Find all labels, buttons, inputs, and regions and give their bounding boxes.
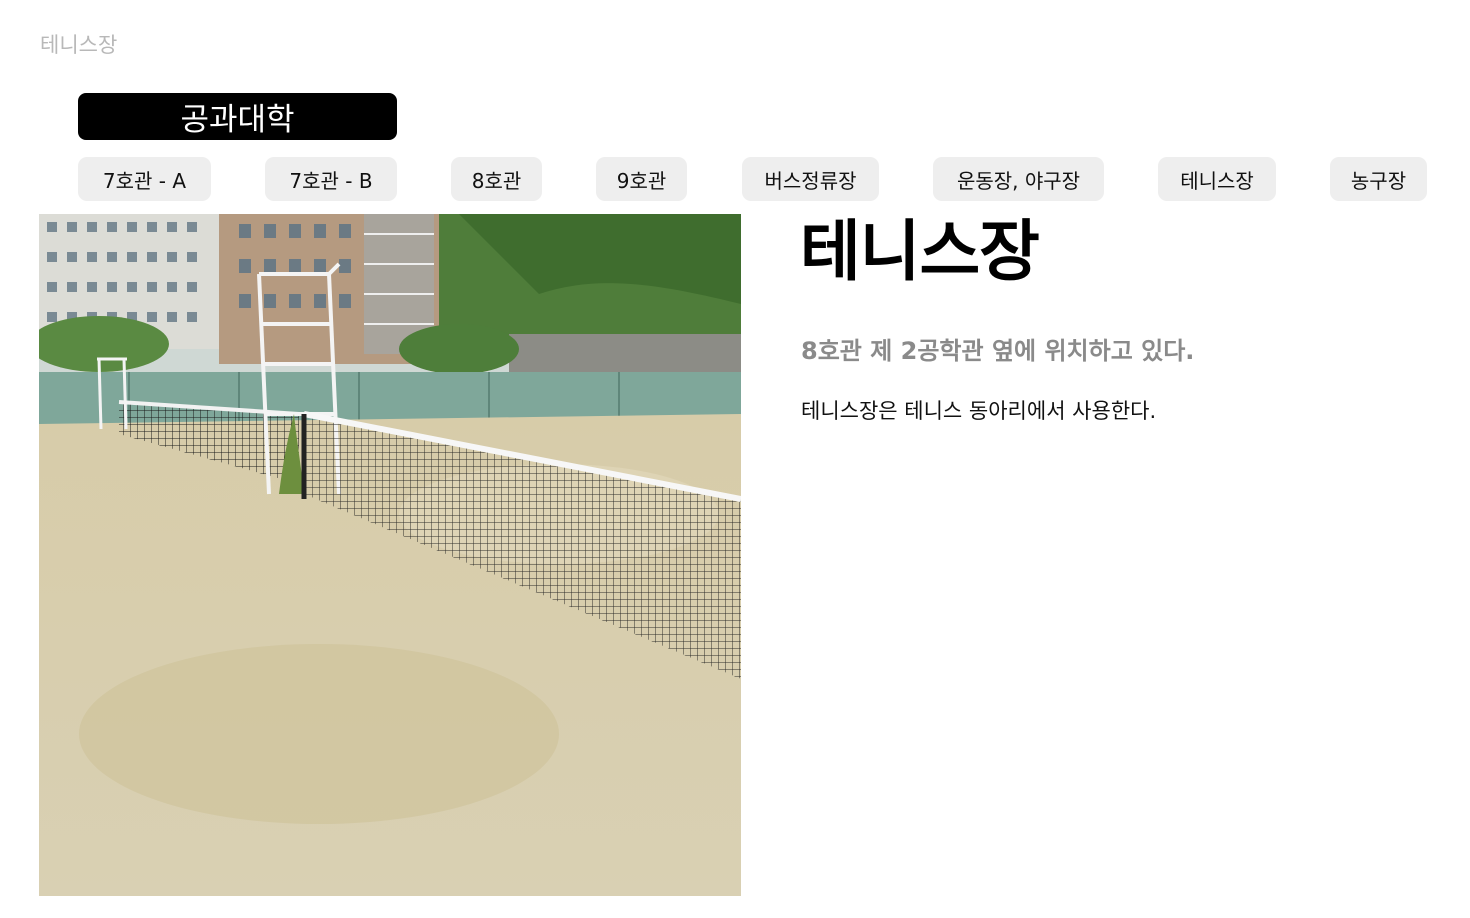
description-text: 테니스장은 테니스 동아리에서 사용한다. xyxy=(801,399,1157,423)
tab-basketball[interactable]: 농구장 xyxy=(1330,157,1427,201)
page-title: 테니스장 xyxy=(800,213,1040,290)
tennis-court-photo xyxy=(39,214,741,896)
tab-8[interactable]: 8호관 xyxy=(451,157,542,201)
tab-bus-stop[interactable]: 버스정류장 xyxy=(742,157,879,201)
tab-9[interactable]: 9호관 xyxy=(596,157,687,201)
location-subtitle: 8호관 제 2공학관 옆에 위치하고 있다. xyxy=(801,337,1195,365)
tab-tennis-court[interactable]: 테니스장 xyxy=(1158,157,1276,201)
tab-7-b[interactable]: 7호관 - B xyxy=(265,157,397,201)
tab-playground[interactable]: 운동장, 야구장 xyxy=(933,157,1104,201)
tab-7-a[interactable]: 7호관 - A xyxy=(78,157,211,201)
category-badge: 공과대학 xyxy=(78,93,397,140)
page-label: 테니스장 xyxy=(40,33,118,57)
